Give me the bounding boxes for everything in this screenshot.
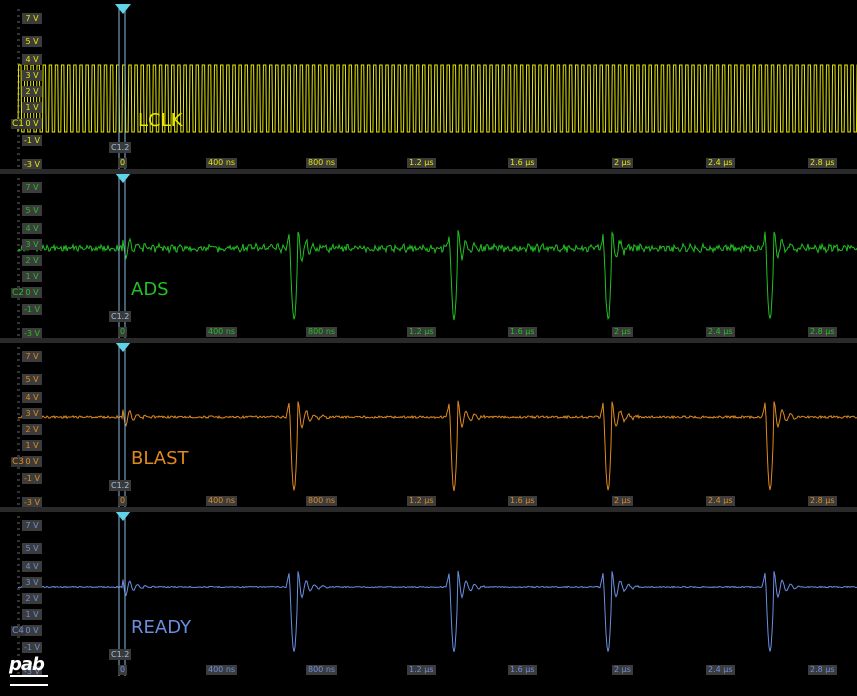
voltage-scale-label: -1 V <box>22 304 42 315</box>
brand-logo: pab <box>9 654 45 675</box>
voltage-scale-label: 4 V <box>22 223 42 234</box>
time-scale-label: 400 ns <box>206 496 238 506</box>
voltage-scale-label: 7 V <box>22 520 42 531</box>
voltage-scale-label: 3 V <box>22 239 42 250</box>
voltage-scale-label: 2 V <box>22 593 42 604</box>
time-scale-label: 800 ns <box>306 327 338 337</box>
time-scale-label: 2.8 µs <box>808 665 837 675</box>
axis-ticks <box>17 347 20 505</box>
time-scale-label: 2.4 µs <box>706 158 735 168</box>
time-scale-label: 2.8 µs <box>808 327 837 337</box>
time-scale-label: 0 <box>118 158 128 168</box>
voltage-scale-label: 5 V <box>22 543 42 554</box>
voltage-scale-label: -1 V <box>22 473 42 484</box>
voltage-scale-label: 4 V <box>22 561 42 572</box>
time-scale-label: 1.2 µs <box>407 327 436 337</box>
voltage-scale-label: 2 V <box>22 424 42 435</box>
time-scale-label: 2.4 µs <box>706 327 735 337</box>
channel-tag-ch2[interactable]: C2 <box>11 288 26 298</box>
time-scale-label: 1.6 µs <box>508 665 537 675</box>
trigger-marker-icon <box>115 342 131 352</box>
trigger-marker-icon <box>115 173 131 183</box>
channel-name-label: BLAST <box>131 448 189 469</box>
voltage-scale-label: 7 V <box>22 13 42 24</box>
channel-panel-ch2: 7 V5 V4 V3 V2 V1 V0 V -1 V -3 V 0 400 ns 800 … <box>0 173 857 339</box>
panel-separator <box>0 169 857 174</box>
time-scale-label: 2.4 µs <box>706 496 735 506</box>
channel-name-label: ADS <box>131 279 169 300</box>
cursor-marker-label[interactable]: C1.2 <box>109 311 132 322</box>
time-scale-label: 400 ns <box>206 327 238 337</box>
trigger-marker-icon <box>115 511 131 521</box>
voltage-scale-label: 1 V <box>22 609 42 620</box>
waveform-trace <box>17 570 857 653</box>
voltage-scale-label: 5 V <box>22 36 42 47</box>
channel-tag-ch4[interactable]: C4 <box>11 626 26 636</box>
channel-name-label: READY <box>131 617 192 638</box>
time-scale-label: 0 <box>118 665 128 675</box>
time-scale-label: 2 µs <box>612 665 633 675</box>
time-scale-label: 0 <box>118 327 128 337</box>
voltage-scale-label: -1 V <box>22 135 42 146</box>
time-scale-label: 1.2 µs <box>407 496 436 506</box>
time-scale-label: 1.6 µs <box>508 327 537 337</box>
voltage-scale-label: 1 V <box>22 440 42 451</box>
channel-tag-ch3[interactable]: C3 <box>11 457 26 467</box>
logo-underline <box>10 675 48 677</box>
voltage-scale-label: 7 V <box>22 351 42 362</box>
axis-ticks <box>17 516 20 674</box>
panel-separator <box>0 338 857 343</box>
time-scale-label: 2.4 µs <box>706 665 735 675</box>
time-scale-label: 1.2 µs <box>407 158 436 168</box>
voltage-scale-label: -1 V <box>22 642 42 653</box>
logo-underline <box>10 684 48 686</box>
time-scale-label: 2 µs <box>612 327 633 337</box>
voltage-scale-label: 4 V <box>22 392 42 403</box>
cursor-marker-label[interactable]: C1.2 <box>109 142 132 153</box>
voltage-scale-label: 1 V <box>22 102 42 113</box>
trigger-marker-icon <box>115 4 131 14</box>
voltage-scale-label: 2 V <box>22 86 42 97</box>
axis-ticks <box>17 178 20 336</box>
voltage-scale-label: 5 V <box>22 374 42 385</box>
time-scale-label: 800 ns <box>306 158 338 168</box>
voltage-scale-label: 1 V <box>22 271 42 282</box>
voltage-scale-label: 3 V <box>22 408 42 419</box>
channel-panel-ch3: 7 V5 V4 V3 V2 V1 V0 V -1 V -3 V 0 400 ns 800 … <box>0 342 857 508</box>
time-scale-label: 2.8 µs <box>808 496 837 506</box>
cursor-marker-label[interactable]: C1.2 <box>109 649 132 660</box>
voltage-scale-label: 7 V <box>22 182 42 193</box>
waveform-trace <box>17 400 857 491</box>
time-scale-label: 800 ns <box>306 496 338 506</box>
voltage-scale-label: 4 V <box>22 54 42 65</box>
voltage-scale-label: 5 V <box>22 205 42 216</box>
cursor-marker-label[interactable]: C1.2 <box>109 480 132 491</box>
voltage-scale-label: 2 V <box>22 255 42 266</box>
time-scale-label: 1.6 µs <box>508 158 537 168</box>
channel-name-label: LCLK <box>138 110 183 131</box>
time-scale-label: 800 ns <box>306 665 338 675</box>
channel-panel-ch1: 7 V5 V4 V3 V2 V1 V0 V -1 V -3 V 0 400 ns 800 … <box>0 4 857 170</box>
time-scale-label: 1.2 µs <box>407 665 436 675</box>
channel-panel-ch4: 7 V5 V4 V3 V2 V1 V0 V -1 V -3 V 0 400 ns 800 … <box>0 511 857 677</box>
voltage-scale-label: 3 V <box>22 577 42 588</box>
time-scale-label: 2.8 µs <box>808 158 837 168</box>
waveform-trace <box>17 230 857 321</box>
time-scale-label: 400 ns <box>206 665 238 675</box>
time-scale-label: 1.6 µs <box>508 496 537 506</box>
time-scale-label: 400 ns <box>206 158 238 168</box>
time-scale-label: 2 µs <box>612 496 633 506</box>
voltage-scale-label: 3 V <box>22 70 42 81</box>
panel-separator <box>0 507 857 512</box>
time-scale-label: 2 µs <box>612 158 633 168</box>
time-scale-label: 0 <box>118 496 128 506</box>
channel-tag-ch1[interactable]: C1 <box>11 119 26 129</box>
